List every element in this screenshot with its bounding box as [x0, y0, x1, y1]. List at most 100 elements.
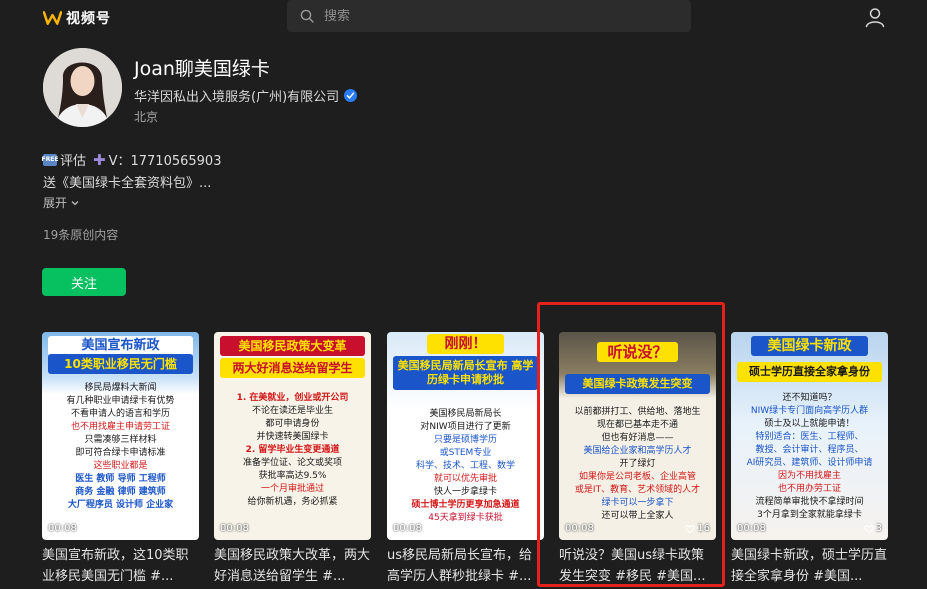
video-text-line: 有几种职业申请绿卡有优势 — [66, 396, 175, 406]
video-text-line: 硕士博士学历更享加急通道 — [411, 500, 520, 510]
plus-icon: ✚ — [93, 150, 106, 169]
video-text-line: AI研究员、建筑师、设计师申请 — [746, 458, 873, 468]
company-name: 华洋因私出入境服务(广州)有限公司 — [134, 86, 358, 105]
video-duration: 00:08 — [393, 523, 422, 534]
video-text-line: 或是IT、教育、艺术领域的人才 — [574, 485, 701, 495]
video-text-line: 但也有好消息—— — [601, 433, 674, 443]
video-text-line: 还可以带上全家人 — [601, 511, 674, 521]
video-text-line: 以前都拼打工、供给地、落地生 — [574, 407, 701, 417]
video-likes: 3 — [863, 523, 882, 534]
video-banner-2: 美国移民局新局长宣布 高学历绿卡申请秒批 — [393, 356, 538, 390]
video-banner: 美国移民政策大变革 — [220, 336, 365, 356]
search-input[interactable] — [324, 8, 654, 24]
video-thumbnail[interactable]: 美国宣布新政 10类职业移民无门槛 移民局爆料大新闻 有几种职业申请绿卡有优势 … — [42, 332, 199, 540]
video-text: 以前都拼打工、供给地、落地生 现在都已基本走不通 但也有好消息—— 美国给企业家… — [567, 406, 708, 523]
video-text-line: 就可以优先审批 — [433, 474, 497, 484]
video-caption[interactable]: 美国宣布新政，这10类职业移民美国无门槛 #... — [42, 545, 199, 587]
chevron-down-icon — [71, 200, 79, 205]
bio-line-2: 送《美国绿卡全套资料包》... — [43, 176, 212, 191]
heart-icon — [863, 524, 874, 534]
video-text-line: 移民局爆料大新闻 — [84, 383, 157, 393]
video-banner: 刚刚！ — [427, 334, 504, 354]
brand[interactable]: 视频号 — [43, 8, 111, 28]
video-banner: 美国绿卡新政 — [751, 336, 868, 356]
video-card[interactable]: 美国宣布新政 10类职业移民无门槛 移民局爆料大新闻 有几种职业申请绿卡有优势 … — [42, 332, 199, 587]
free-badge-icon: FREE — [42, 153, 58, 166]
video-text-line: 开了绿灯 — [619, 459, 656, 469]
video-text-line: 并快速转美国绿卡 — [256, 432, 329, 442]
video-duration: 00:08 — [565, 523, 594, 534]
video-likes: 16 — [685, 523, 710, 534]
video-text-line: 不论在读还是毕业生 — [251, 406, 333, 416]
video-text-line: 如果你是公司老板、企业高管 — [578, 472, 696, 482]
video-text-line: 科学、技术、工程、数学 — [415, 461, 515, 471]
video-thumbnail[interactable]: 美国绿卡新政 硕士学历直接全家拿身份 还不知道吗？ NIW绿卡专门面向高学历人群… — [731, 332, 888, 540]
video-text-line: 1. 在美就业，创业或开公司 — [236, 393, 349, 403]
original-count: 19条原创内容 — [43, 228, 119, 242]
video-text: 还不知道吗？ NIW绿卡专门面向高学历人群 硕士及以上就能申请！ 特别适合：医生… — [739, 392, 880, 522]
video-text-line: 硕士及以上就能申请！ — [764, 419, 855, 429]
verified-icon — [344, 89, 358, 102]
video-text-line: 绿卡可以一步拿下 — [601, 498, 674, 508]
video-text-line: 都可申请身份 — [265, 419, 320, 429]
video-text-line: 美国移民局新局长 — [429, 409, 502, 419]
video-text-line: 给你新机遇，务必抓紧 — [247, 497, 338, 507]
video-text-line: 特别适合：医生、工程师、 — [755, 432, 864, 442]
video-text-line: 只需凑够三样材料 — [84, 435, 157, 445]
video-text-line: 对NIW项目进行了更新 — [420, 422, 511, 432]
video-card[interactable]: 美国移民政策大变革 两大好消息送给留学生 1. 在美就业，创业或开公司 不论在读… — [214, 332, 371, 587]
video-text-line: 大厂程序员 设计师 企业家 — [67, 500, 174, 510]
location: 北京 — [134, 110, 159, 124]
video-text-line: 一个月审批通过 — [260, 484, 324, 494]
video-thumbnail[interactable]: 听说没？ 美国绿卡政策发生突变 以前都拼打工、供给地、落地生 现在都已基本走不通… — [559, 332, 716, 540]
expand-label: 展开 — [43, 196, 68, 210]
video-banner-2: 美国绿卡政策发生突变 — [565, 374, 710, 394]
bio-line-1: FREE 评估 ✚ V：17710565903 — [42, 150, 222, 170]
user-icon[interactable] — [864, 6, 886, 28]
video-text-line: 也不用办劳工证 — [777, 484, 841, 494]
video-text-line: 教授、会计审计、程序员、 — [755, 445, 864, 455]
video-text: 移民局爆料大新闻 有几种职业申请绿卡有优势 不看申请人的语言和学历 也不用找雇主… — [50, 382, 191, 512]
video-banner-2: 两大好消息送给留学生 — [220, 358, 365, 378]
video-text-line: 快人一步拿绿卡 — [433, 487, 497, 497]
video-banner: 美国宣布新政 — [48, 336, 193, 356]
video-card[interactable]: 美国绿卡新政 硕士学历直接全家拿身份 还不知道吗？ NIW绿卡专门面向高学历人群… — [731, 332, 888, 587]
video-card[interactable]: 听说没？ 美国绿卡政策发生突变 以前都拼打工、供给地、落地生 现在都已基本走不通… — [559, 332, 716, 587]
video-text-line: 准备学位证、论文或奖项 — [242, 458, 342, 468]
video-text-line: 获批率高达9.5% — [258, 471, 327, 481]
video-duration: 00:08 — [48, 523, 77, 534]
video-text-line: 因为不用找雇主 — [777, 471, 841, 481]
video-caption[interactable]: 美国移民政策大改革，两大好消息送给留学生 #... — [214, 545, 371, 587]
video-text-line: 或STEM专业 — [439, 448, 492, 458]
video-caption[interactable]: 美国绿卡新政，硕士学历直接全家拿身份 #美国... — [731, 545, 888, 587]
video-text-line: NIW绿卡专门面向高学历人群 — [750, 406, 869, 416]
likes-count: 3 — [875, 523, 882, 534]
video-thumbnail[interactable]: 美国移民政策大变革 两大好消息送给留学生 1. 在美就业，创业或开公司 不论在读… — [214, 332, 371, 540]
follow-button[interactable]: 关注 — [42, 268, 126, 296]
video-caption[interactable]: us移民局新局长宣布，给高学历人群秒批绿卡 #... — [387, 545, 544, 587]
video-text-line: 流程简单审批快不拿绿时间 — [755, 497, 864, 507]
video-card[interactable]: 刚刚！ 美国移民局新局长宣布 高学历绿卡申请秒批 美国移民局新局长 对NIW项目… — [387, 332, 544, 587]
expand-button[interactable]: 展开 — [43, 194, 80, 211]
video-text-line: 也不用找雇主申请劳工证 — [70, 422, 170, 432]
search-bar[interactable] — [287, 0, 691, 32]
video-text-line: 现在都已基本走不通 — [596, 420, 678, 430]
video-caption[interactable]: 听说没？美国us绿卡政策发生突变 #移民 #美国... — [559, 545, 716, 587]
video-duration: 00:08 — [220, 523, 249, 534]
video-text-line: 2. 留学毕业生变更通道 — [245, 445, 340, 455]
profile-name: Joan聊美国绿卡 — [134, 58, 270, 80]
video-thumbnail[interactable]: 刚刚！ 美国移民局新局长宣布 高学历绿卡申请秒批 美国移民局新局长 对NIW项目… — [387, 332, 544, 540]
video-text-line: 不看申请人的语言和学历 — [70, 409, 170, 419]
company-label: 华洋因私出入境服务(广州)有限公司 — [134, 90, 340, 105]
video-text: 1. 在美就业，创业或开公司 不论在读还是毕业生 都可申请身份 并快速转美国绿卡… — [222, 392, 363, 509]
video-text-line: 这些职业都是 — [93, 461, 148, 471]
heart-icon — [685, 524, 696, 534]
brand-name: 视频号 — [66, 11, 111, 27]
video-text-line: 即可符合绿卡申请标准 — [75, 448, 166, 458]
video-text-line: 3个月拿到全家就能拿绿卡 — [757, 510, 862, 520]
video-text-line: 医生 教师 导师 工程师 — [75, 474, 166, 484]
video-banner: 听说没？ — [597, 342, 678, 362]
top-bar: 视频号 — [0, 0, 927, 34]
video-duration: 00:08 — [737, 523, 766, 534]
channels-logo-icon — [43, 11, 62, 25]
